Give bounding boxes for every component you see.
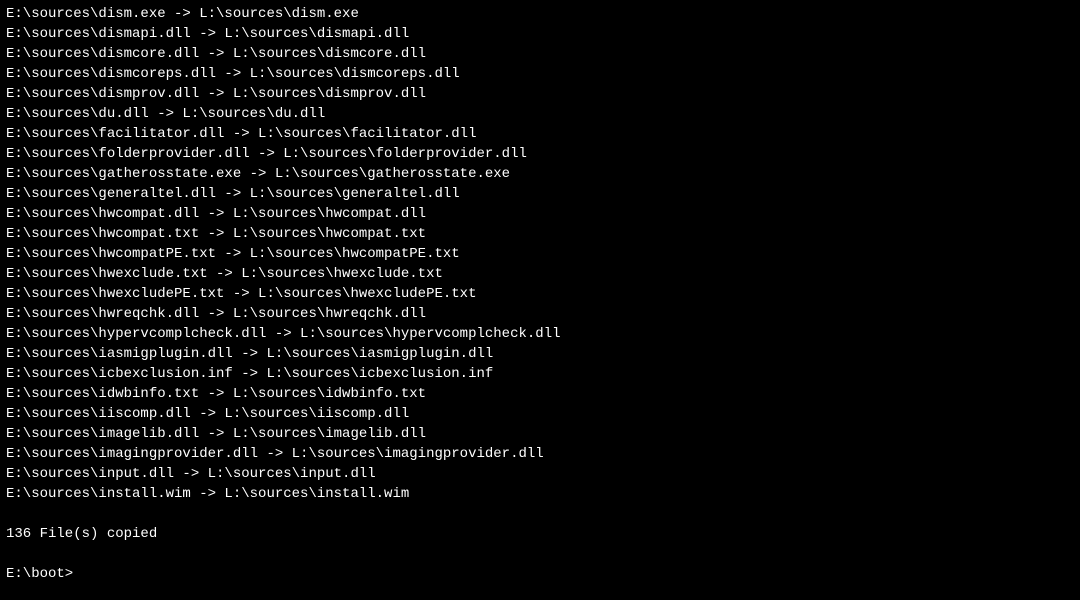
output-line: E:\sources\dismapi.dll -> L:\sources\dis… <box>6 24 1074 44</box>
output-line: E:\sources\imagingprovider.dll -> L:\sou… <box>6 444 1074 464</box>
blank-line <box>6 504 1074 524</box>
command-prompt-line[interactable]: E:\boot> <box>6 564 1074 584</box>
output-line: E:\sources\du.dll -> L:\sources\du.dll <box>6 104 1074 124</box>
output-line: E:\sources\hwexcludePE.txt -> L:\sources… <box>6 284 1074 304</box>
copy-summary: 136 File(s) copied <box>6 524 1074 544</box>
output-line: E:\sources\imagelib.dll -> L:\sources\im… <box>6 424 1074 444</box>
command-input-area[interactable] <box>73 564 1074 584</box>
output-line: E:\sources\facilitator.dll -> L:\sources… <box>6 124 1074 144</box>
output-line: E:\sources\iiscomp.dll -> L:\sources\iis… <box>6 404 1074 424</box>
output-line: E:\sources\gatherosstate.exe -> L:\sourc… <box>6 164 1074 184</box>
output-line: E:\sources\install.wim -> L:\sources\ins… <box>6 484 1074 504</box>
output-line: E:\sources\folderprovider.dll -> L:\sour… <box>6 144 1074 164</box>
output-line: E:\sources\hwexclude.txt -> L:\sources\h… <box>6 264 1074 284</box>
terminal-output: E:\sources\dism.exe -> L:\sources\dism.e… <box>6 4 1074 504</box>
blank-line <box>6 544 1074 564</box>
output-line: E:\sources\icbexclusion.inf -> L:\source… <box>6 364 1074 384</box>
output-line: E:\sources\idwbinfo.txt -> L:\sources\id… <box>6 384 1074 404</box>
output-line: E:\sources\input.dll -> L:\sources\input… <box>6 464 1074 484</box>
output-line: E:\sources\hwcompatPE.txt -> L:\sources\… <box>6 244 1074 264</box>
output-line: E:\sources\dismcore.dll -> L:\sources\di… <box>6 44 1074 64</box>
output-line: E:\sources\hwreqchk.dll -> L:\sources\hw… <box>6 304 1074 324</box>
output-line: E:\sources\hwcompat.dll -> L:\sources\hw… <box>6 204 1074 224</box>
prompt-text: E:\boot> <box>6 564 73 584</box>
output-line: E:\sources\hypervcomplcheck.dll -> L:\so… <box>6 324 1074 344</box>
output-line: E:\sources\generaltel.dll -> L:\sources\… <box>6 184 1074 204</box>
output-line: E:\sources\iasmigplugin.dll -> L:\source… <box>6 344 1074 364</box>
output-line: E:\sources\dismprov.dll -> L:\sources\di… <box>6 84 1074 104</box>
output-line: E:\sources\dismcoreps.dll -> L:\sources\… <box>6 64 1074 84</box>
output-line: E:\sources\hwcompat.txt -> L:\sources\hw… <box>6 224 1074 244</box>
output-line: E:\sources\dism.exe -> L:\sources\dism.e… <box>6 4 1074 24</box>
